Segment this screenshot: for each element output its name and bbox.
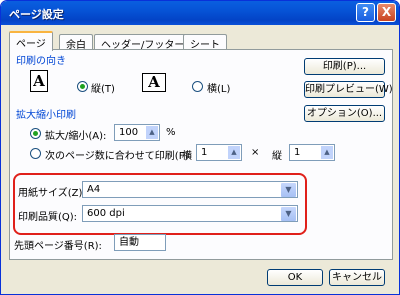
fit-label: 次のページ数に合わせて印刷(F):	[45, 151, 192, 162]
tab-page[interactable]: ページ	[9, 31, 53, 51]
first-page-label: 先頭ページ番号(R):	[14, 241, 102, 252]
landscape-paper-icon: A	[142, 73, 166, 92]
print-quality-select[interactable]: 600 dpi ▼	[82, 205, 298, 222]
print-quality-value: 600 dpi	[87, 208, 125, 219]
orientation-label: 印刷の向き	[16, 56, 66, 67]
landscape-radio[interactable]	[192, 81, 203, 92]
times-sign: ×	[251, 147, 260, 158]
page-setup-dialog: ページ設定 ? X ページ 余白 ヘッダー/フッター シート 印刷の向き A 縦…	[0, 0, 400, 295]
portrait-radio[interactable]	[77, 81, 88, 92]
zoom-unit: %	[166, 127, 176, 138]
portrait-paper-icon: A	[30, 70, 48, 92]
help-button[interactable]: ?	[356, 3, 375, 22]
zoom-spin-icon[interactable]: ▲	[145, 125, 159, 140]
tab-panel: 印刷の向き A 縦(T) A 横(L) 印刷(P)... 印刷プレビュー(W) …	[9, 49, 393, 260]
close-button[interactable]: X	[377, 3, 396, 22]
options-button[interactable]: オプション(O)...	[304, 105, 385, 122]
fit-radio[interactable]	[30, 148, 41, 159]
zoom-label: 拡大/縮小(A):	[45, 131, 107, 142]
first-page-input[interactable]: 自動	[114, 234, 166, 251]
portrait-label: 縦(T)	[91, 84, 115, 95]
title-bar: ページ設定 ? X	[1, 1, 399, 25]
tab-header-footer[interactable]: ヘッダー/フッター	[94, 34, 192, 51]
fit-wide-label: 横	[182, 151, 192, 162]
tab-sheet[interactable]: シート	[183, 34, 227, 51]
cancel-button[interactable]: キャンセル	[329, 269, 385, 286]
paper-size-value: A4	[87, 184, 101, 195]
fit-tall-label: 縦	[272, 151, 282, 162]
paper-size-dropdown-icon[interactable]: ▼	[281, 183, 296, 197]
zoom-value: 100	[119, 127, 139, 138]
paper-size-label: 用紙サイズ(Z):	[18, 188, 86, 199]
scaling-label: 拡大縮小印刷	[16, 110, 76, 121]
ok-button[interactable]: OK	[267, 269, 323, 286]
first-page-value: 自動	[119, 237, 139, 248]
fit-wide-value: 1	[201, 147, 208, 158]
print-quality-label: 印刷品質(Q):	[18, 212, 78, 223]
print-preview-button[interactable]: 印刷プレビュー(W)	[304, 81, 393, 98]
print-quality-dropdown-icon[interactable]: ▼	[281, 207, 296, 221]
zoom-input[interactable]: 100 ▲	[114, 124, 160, 141]
print-button[interactable]: 印刷(P)...	[304, 58, 385, 75]
zoom-radio[interactable]	[30, 128, 41, 139]
fit-tall-input[interactable]: 1 ▲	[289, 144, 335, 161]
window-title: ページ設定	[9, 8, 64, 21]
paper-size-select[interactable]: A4 ▼	[82, 181, 298, 198]
fit-tall-value: 1	[294, 147, 301, 158]
fit-wide-spin-icon[interactable]: ▲	[227, 145, 241, 160]
tab-margins[interactable]: 余白	[59, 34, 93, 51]
fit-tall-spin-icon[interactable]: ▲	[320, 145, 334, 160]
landscape-label: 横(L)	[207, 84, 231, 95]
fit-wide-input[interactable]: 1 ▲	[196, 144, 242, 161]
